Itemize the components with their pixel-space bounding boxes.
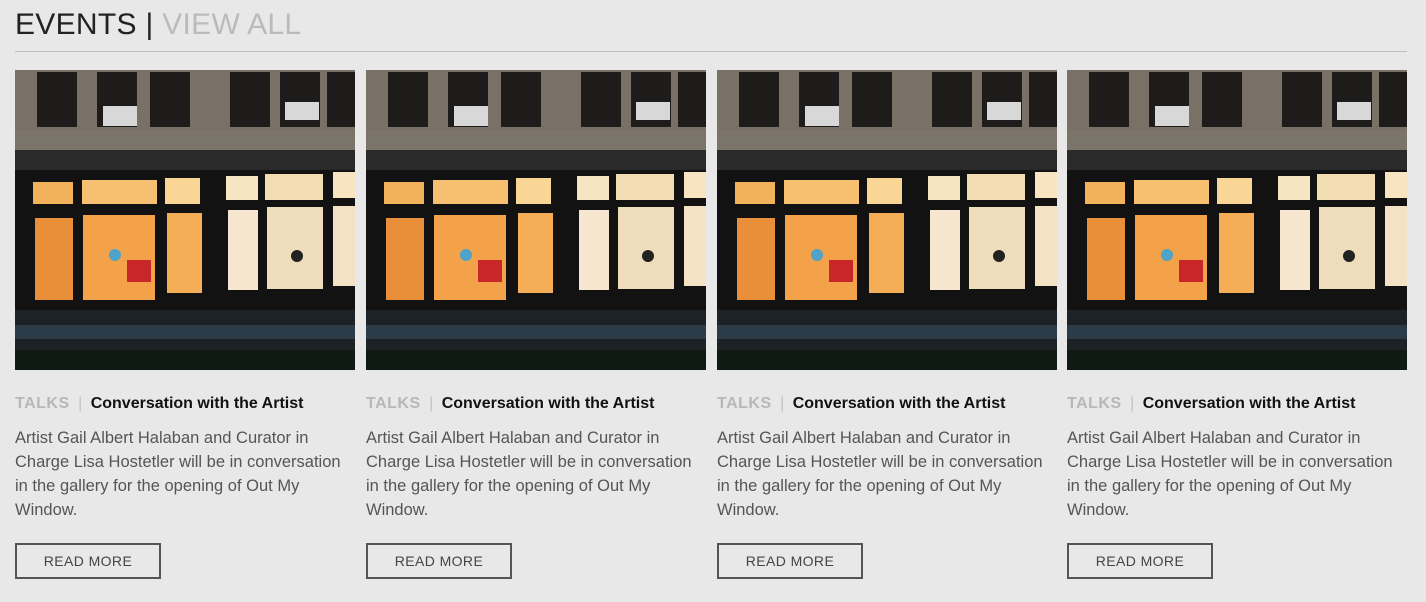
read-more-button[interactable]: READ MORE xyxy=(717,543,863,579)
event-card: TALKS | Conversation with the Artist Art… xyxy=(366,70,706,579)
event-description: Artist Gail Albert Halaban and Curator i… xyxy=(1067,429,1393,519)
meta-separator: | xyxy=(78,395,83,412)
events-header: EVENTS | VIEW ALL xyxy=(15,8,1407,52)
event-meta: TALKS | Conversation with the Artist xyxy=(717,395,1005,413)
event-description: Artist Gail Albert Halaban and Curator i… xyxy=(15,429,341,519)
event-meta: TALKS | Conversation with the Artist xyxy=(1067,395,1355,413)
event-title[interactable]: Conversation with the Artist xyxy=(442,395,655,412)
event-meta: TALKS | Conversation with the Artist xyxy=(15,395,303,413)
event-meta: TALKS | Conversation with the Artist xyxy=(366,395,654,413)
event-image[interactable] xyxy=(15,70,355,370)
meta-separator: | xyxy=(1130,395,1135,412)
event-description: Artist Gail Albert Halaban and Curator i… xyxy=(717,429,1043,519)
event-title[interactable]: Conversation with the Artist xyxy=(1143,395,1356,412)
event-category[interactable]: TALKS xyxy=(15,395,70,412)
read-more-button[interactable]: READ MORE xyxy=(1067,543,1213,579)
event-image[interactable] xyxy=(366,70,706,370)
event-title[interactable]: Conversation with the Artist xyxy=(91,395,304,412)
event-description: Artist Gail Albert Halaban and Curator i… xyxy=(366,429,692,519)
event-category[interactable]: TALKS xyxy=(717,395,772,412)
event-image[interactable] xyxy=(717,70,1057,370)
event-card: TALKS | Conversation with the Artist Art… xyxy=(717,70,1057,579)
meta-separator: | xyxy=(780,395,785,412)
read-more-button[interactable]: READ MORE xyxy=(15,543,161,579)
event-category[interactable]: TALKS xyxy=(366,395,421,412)
event-image[interactable] xyxy=(1067,70,1407,370)
section-title: EVENTS xyxy=(15,8,137,41)
event-title[interactable]: Conversation with the Artist xyxy=(793,395,1006,412)
header-separator: | xyxy=(145,8,154,41)
read-more-button[interactable]: READ MORE xyxy=(366,543,512,579)
meta-separator: | xyxy=(429,395,434,412)
view-all-link[interactable]: VIEW ALL xyxy=(162,8,301,41)
event-card: TALKS | Conversation with the Artist Art… xyxy=(15,70,355,579)
event-category[interactable]: TALKS xyxy=(1067,395,1122,412)
event-card: TALKS | Conversation with the Artist Art… xyxy=(1067,70,1407,579)
